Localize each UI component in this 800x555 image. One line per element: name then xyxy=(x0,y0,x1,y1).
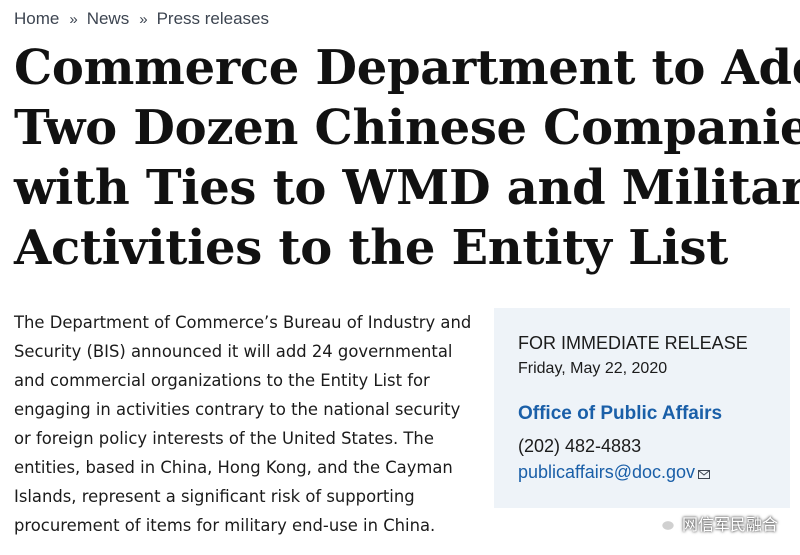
breadcrumb-home-link[interactable]: Home xyxy=(14,9,59,29)
breadcrumb: Home » News » Press releases xyxy=(14,8,269,30)
press-release-info-box: FOR IMMEDIATE RELEASE Friday, May 22, 20… xyxy=(494,308,790,508)
office-of-public-affairs-link[interactable]: Office of Public Affairs xyxy=(518,403,722,425)
release-label: FOR IMMEDIATE RELEASE xyxy=(518,333,748,353)
release-date: Friday, May 22, 2020 xyxy=(518,360,668,377)
breadcrumb-separator: » xyxy=(139,10,148,28)
wechat-watermark: 网信军民融合 xyxy=(652,511,778,535)
paragraph-line: procurement of items for military end-us… xyxy=(14,516,436,535)
contact-email-link[interactable]: publicaffairs@doc.gov xyxy=(518,462,695,483)
watermark-text: 网信军民融合 xyxy=(681,517,778,534)
contact-email-row: publicaffairs@doc.gov xyxy=(518,462,711,483)
paragraph-line: The Department of Commerce’s Bureau of I… xyxy=(14,313,472,332)
paragraph-line: engaging in activities contrary to the n… xyxy=(14,400,461,419)
paragraph-line: and commercial organizations to the Enti… xyxy=(14,371,430,390)
page-title-line: with Ties to WMD and Military xyxy=(14,160,800,216)
breadcrumb-separator: » xyxy=(69,10,78,28)
page-title: Commerce Department to Add Two Dozen Chi… xyxy=(14,38,800,278)
paragraph-line: Islands, represent a significant risk of… xyxy=(14,487,415,506)
mail-icon xyxy=(698,470,711,479)
breadcrumb-news-link[interactable]: News xyxy=(87,9,130,29)
article-lead-paragraph: The Department of Commerce’s Bureau of I… xyxy=(14,308,480,540)
page-title-line: Commerce Department to Add xyxy=(14,40,800,96)
wechat-icon xyxy=(652,513,676,532)
breadcrumb-press-releases-link[interactable]: Press releases xyxy=(157,9,269,29)
page-title-line: Activities to the Entity List xyxy=(14,220,729,276)
paragraph-line: or foreign policy interests of the Unite… xyxy=(14,429,434,448)
page-title-line: Two Dozen Chinese Companies xyxy=(14,100,800,156)
paragraph-line: Security (BIS) announced it will add 24 … xyxy=(14,342,453,361)
paragraph-line: entities, based in China, Hong Kong, and… xyxy=(14,458,453,477)
contact-phone: (202) 482-4883 xyxy=(518,436,642,456)
